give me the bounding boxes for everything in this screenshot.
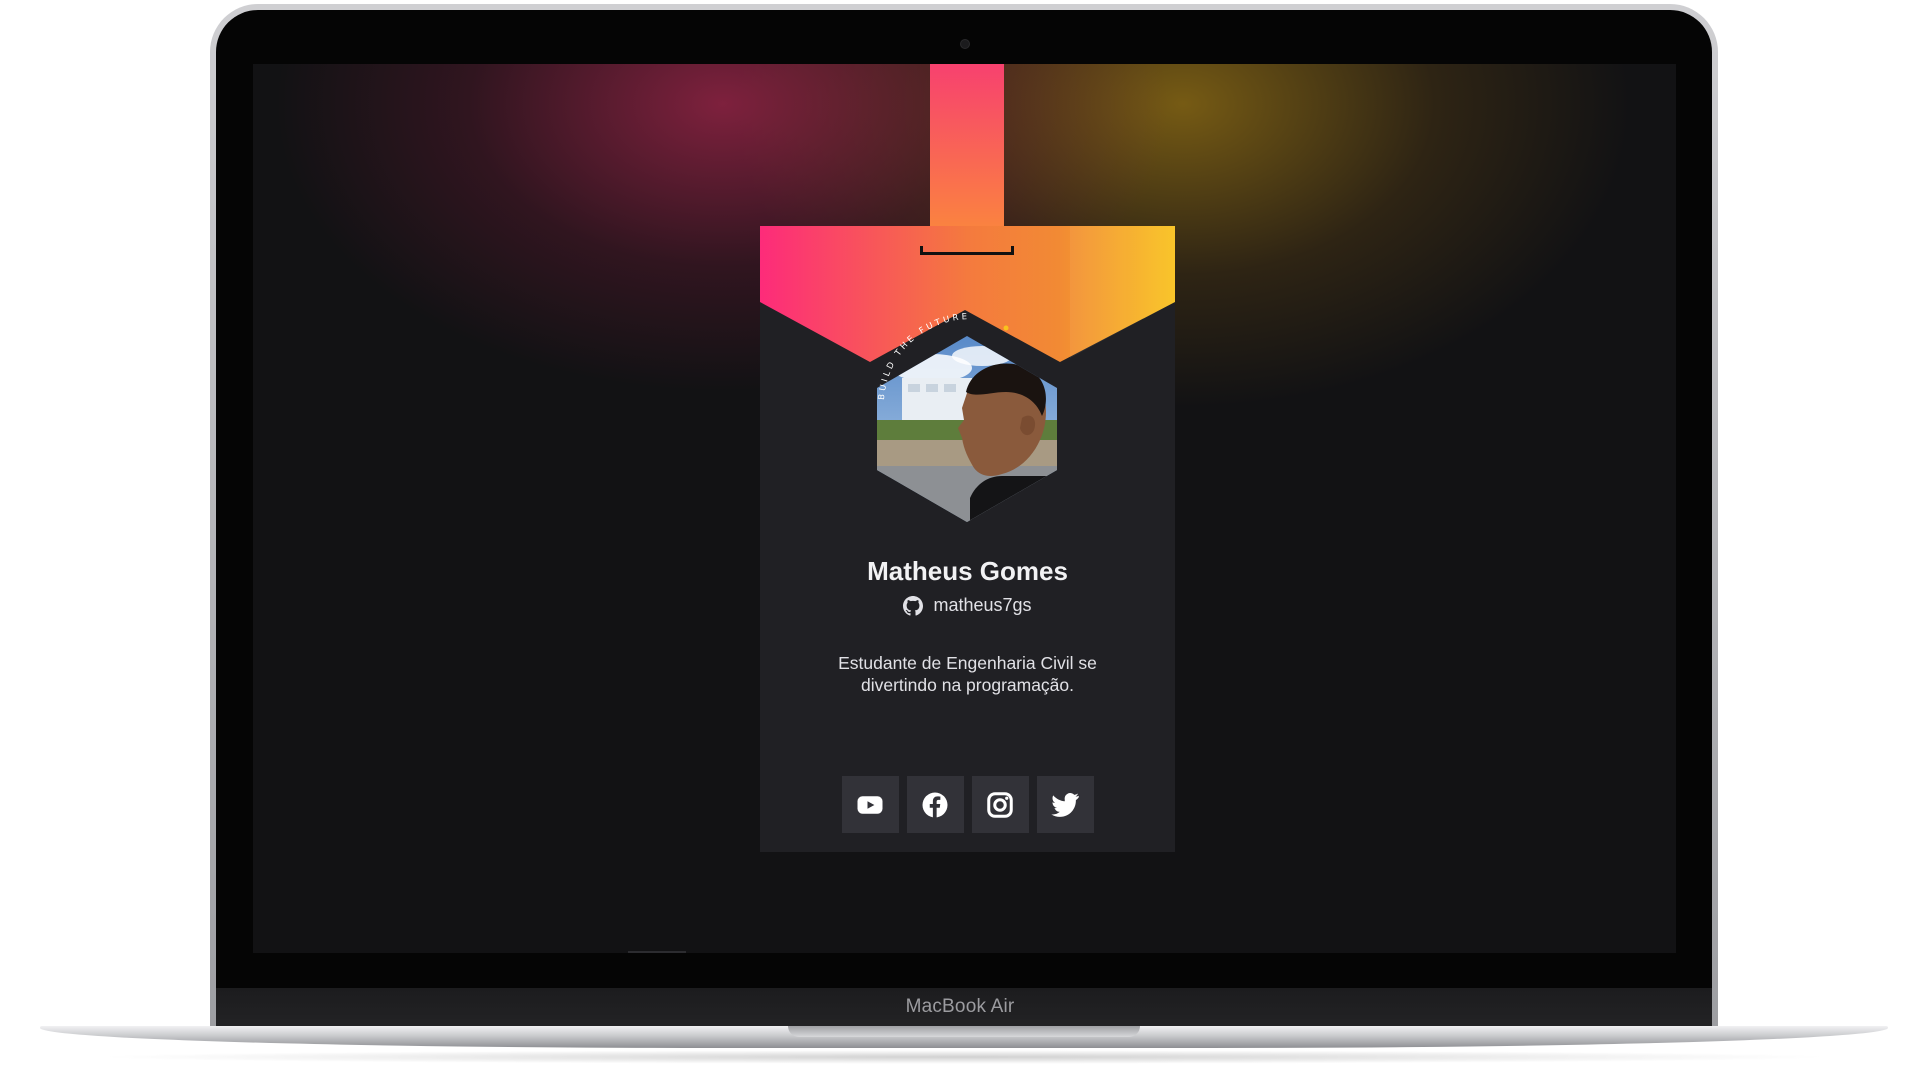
instagram-icon [987, 791, 1013, 818]
youtube-icon [857, 795, 883, 814]
scroll-indicator [628, 951, 686, 953]
profile-card: BUILD THE FUTURE Matheus Gomes matheus7g… [760, 226, 1175, 852]
social-links [760, 776, 1175, 833]
ring-text: BUILD THE FUTURE [877, 312, 1009, 400]
twitter-icon [1051, 792, 1079, 817]
youtube-button[interactable] [841, 776, 899, 833]
github-username: matheus7gs [933, 595, 1032, 615]
page: BUILD THE FUTURE Matheus Gomes matheus7g… [0, 0, 1920, 1080]
svg-text:BUILD THE FUTURE: BUILD THE FUTURE [877, 312, 970, 400]
instagram-button[interactable] [971, 776, 1029, 833]
profile-name: Matheus Gomes [867, 556, 1068, 586]
laptop-base-notch [788, 1026, 1140, 1037]
profile-bio: Estudante de Engenharia Civil se diverti… [838, 653, 1097, 695]
facebook-button[interactable] [906, 776, 964, 833]
camera-dot [961, 40, 969, 48]
github-link[interactable]: matheus7gs [760, 595, 1175, 621]
lanyard-strap [930, 64, 1004, 248]
device-model-label: MacBook Air [905, 996, 1015, 1017]
twitter-button[interactable] [1036, 776, 1094, 833]
avatar-frame: BUILD THE FUTURE [872, 308, 1062, 524]
github-icon [903, 595, 924, 616]
facebook-icon [922, 792, 948, 817]
laptop-shadow [90, 1050, 1838, 1064]
lanyard-clip [920, 246, 1014, 255]
